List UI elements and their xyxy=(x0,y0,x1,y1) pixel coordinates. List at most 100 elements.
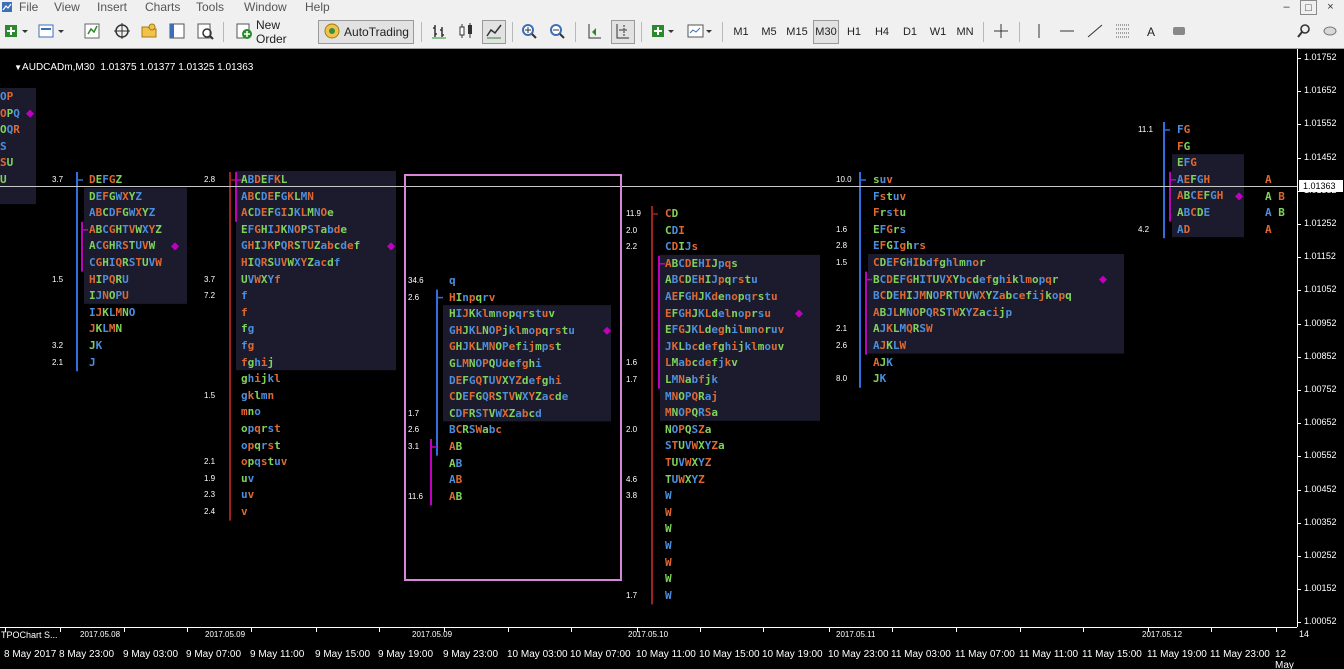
new-chart-button[interactable] xyxy=(2,20,32,44)
price-tick-mark xyxy=(1298,622,1301,624)
auto-scroll-button[interactable] xyxy=(584,20,606,44)
current-price-tag: 1.01363 xyxy=(1299,180,1343,192)
menu-help[interactable]: Help xyxy=(305,0,330,14)
periodicity-button[interactable] xyxy=(684,20,716,44)
trendline-button[interactable] xyxy=(1084,20,1106,44)
tpo-row: fg xyxy=(241,322,255,336)
timeframe-m5[interactable]: M5 xyxy=(757,20,781,44)
price-tick-mark xyxy=(1298,589,1301,591)
session-date-label: 2017.05.12 xyxy=(1142,630,1183,639)
timeframe-m15[interactable]: M15 xyxy=(785,20,809,44)
menu-window[interactable]: Window xyxy=(244,0,287,14)
close-button[interactable]: × xyxy=(1322,0,1339,15)
menu-view[interactable]: View xyxy=(54,0,80,14)
text-label-button[interactable] xyxy=(1168,20,1190,44)
chart-canvas xyxy=(0,88,1297,605)
timeframe-m30[interactable]: M30 xyxy=(813,20,839,44)
line-chart-button[interactable] xyxy=(482,20,506,44)
autotrading-label: AutoTrading xyxy=(344,25,409,39)
price-axis[interactable]: 1.017521.016521.015521.014521.013521.012… xyxy=(1297,49,1344,627)
price-tick-label: 1.01152 xyxy=(1304,251,1336,262)
profile-value-label: 11.1 xyxy=(1138,125,1153,134)
time-tick-mark xyxy=(829,628,830,632)
text-tool-button[interactable]: A xyxy=(1140,20,1162,44)
new-order-button[interactable]: New Order xyxy=(230,18,314,46)
tpo-row: GHJKLNOPjklmopqrstu xyxy=(449,323,575,337)
tpo-row: AJKLW xyxy=(873,339,907,352)
time-tick-label: 10 May 03:00 xyxy=(507,649,568,660)
horizontal-line-button[interactable] xyxy=(1056,20,1078,44)
tpo-row: A B xyxy=(1265,206,1285,220)
timeframe-d1[interactable]: D1 xyxy=(898,20,922,44)
vertical-line-button[interactable] xyxy=(1028,20,1050,44)
tpo-row: EFGJKLdeghilmnoruv xyxy=(665,323,785,337)
chart-shift-icon xyxy=(614,22,632,43)
menu-charts[interactable]: Charts xyxy=(145,0,180,14)
strategy-tester-button[interactable] xyxy=(194,20,216,44)
price-tick-mark xyxy=(1298,58,1301,59)
line-chart-icon xyxy=(485,22,503,43)
price-tick-mark xyxy=(1298,157,1301,159)
time-tick-label: 9 May 07:00 xyxy=(186,649,242,660)
timeframe-h1[interactable]: H1 xyxy=(842,20,866,44)
profile-value-label: 2.8 xyxy=(204,175,216,184)
data-window-button[interactable] xyxy=(111,20,133,44)
profiles-button[interactable] xyxy=(35,20,69,44)
navigator-button[interactable] xyxy=(138,20,160,44)
menu-file[interactable]: File xyxy=(19,0,38,14)
crosshair-tool-button[interactable] xyxy=(990,20,1012,44)
tpo-row: TUVWXYZ xyxy=(665,456,712,469)
market-watch-button[interactable] xyxy=(81,20,103,44)
time-tick-mark xyxy=(1083,628,1084,632)
timeframe-mn[interactable]: MN xyxy=(953,20,977,44)
search-button[interactable] xyxy=(1294,20,1314,44)
time-tick-mark xyxy=(700,628,701,632)
candlestick-button[interactable] xyxy=(455,20,477,44)
tpo-row: fg xyxy=(241,339,255,352)
price-tick-label: 1.01552 xyxy=(1304,118,1337,129)
price-tick-mark xyxy=(1298,489,1301,491)
price-tick-label: 1.00852 xyxy=(1304,350,1337,361)
zoom-out-button[interactable] xyxy=(546,20,568,44)
tpo-row: W xyxy=(665,522,672,536)
tpo-row: IJKLMNO xyxy=(89,305,136,319)
terminal-button[interactable] xyxy=(166,20,188,44)
vertical-line-icon xyxy=(1030,22,1048,43)
bar-chart-button[interactable] xyxy=(428,20,450,44)
tpo-chart-area[interactable]: ▼AUDCADm,M30 1.01375 1.01377 1.01325 1.0… xyxy=(0,49,1297,627)
tpo-row: W xyxy=(665,572,672,586)
menu-tools[interactable]: Tools xyxy=(196,0,224,14)
tpo-row: JK xyxy=(89,339,103,352)
community-button[interactable] xyxy=(1320,20,1340,44)
indicators-button[interactable] xyxy=(648,20,678,44)
terminal-icon xyxy=(168,22,186,43)
chart-dropdown-icon[interactable]: ▼ xyxy=(14,63,22,72)
tpo-row: JK xyxy=(873,372,887,386)
price-tick-mark xyxy=(1298,522,1301,524)
time-axis[interactable]: TPOChart S... 8 May 2017 8 May 23:00 9 May… xyxy=(0,627,1297,669)
timeframe-w1[interactable]: W1 xyxy=(926,20,950,44)
time-tick-mark xyxy=(124,628,125,632)
tpo-row: ghijkl xyxy=(241,372,281,386)
tpo-row: suv xyxy=(873,173,893,186)
tpo-row: JKLMN xyxy=(89,322,123,336)
menu-insert[interactable]: Insert xyxy=(97,0,127,14)
chart-shift-button[interactable] xyxy=(611,20,635,44)
zoom-in-button[interactable] xyxy=(518,20,540,44)
autotrading-button[interactable]: AutoTrading xyxy=(318,20,414,44)
tpo-row: ACGHRSTUVW xyxy=(89,239,156,253)
profile-value-label: 1.7 xyxy=(626,590,638,600)
timeframe-h4[interactable]: H4 xyxy=(870,20,894,44)
tpo-row: ABCGHTVWXYZ xyxy=(89,222,162,236)
profile-value-label: 3.1 xyxy=(408,442,420,451)
price-tick-label: 1.00452 xyxy=(1304,483,1337,494)
price-tick-mark xyxy=(1298,91,1301,93)
tpo-row: HInpqrv xyxy=(449,290,496,304)
profile-value-label: 4.6 xyxy=(626,474,638,484)
equidistant-channel-button[interactable] xyxy=(1112,20,1134,44)
restore-button[interactable]: □ xyxy=(1300,0,1317,15)
minimize-button[interactable]: – xyxy=(1278,0,1295,15)
timeframe-m1[interactable]: M1 xyxy=(729,20,753,44)
tpo-row: AJK xyxy=(873,355,893,369)
tpo-row: W xyxy=(665,489,672,503)
